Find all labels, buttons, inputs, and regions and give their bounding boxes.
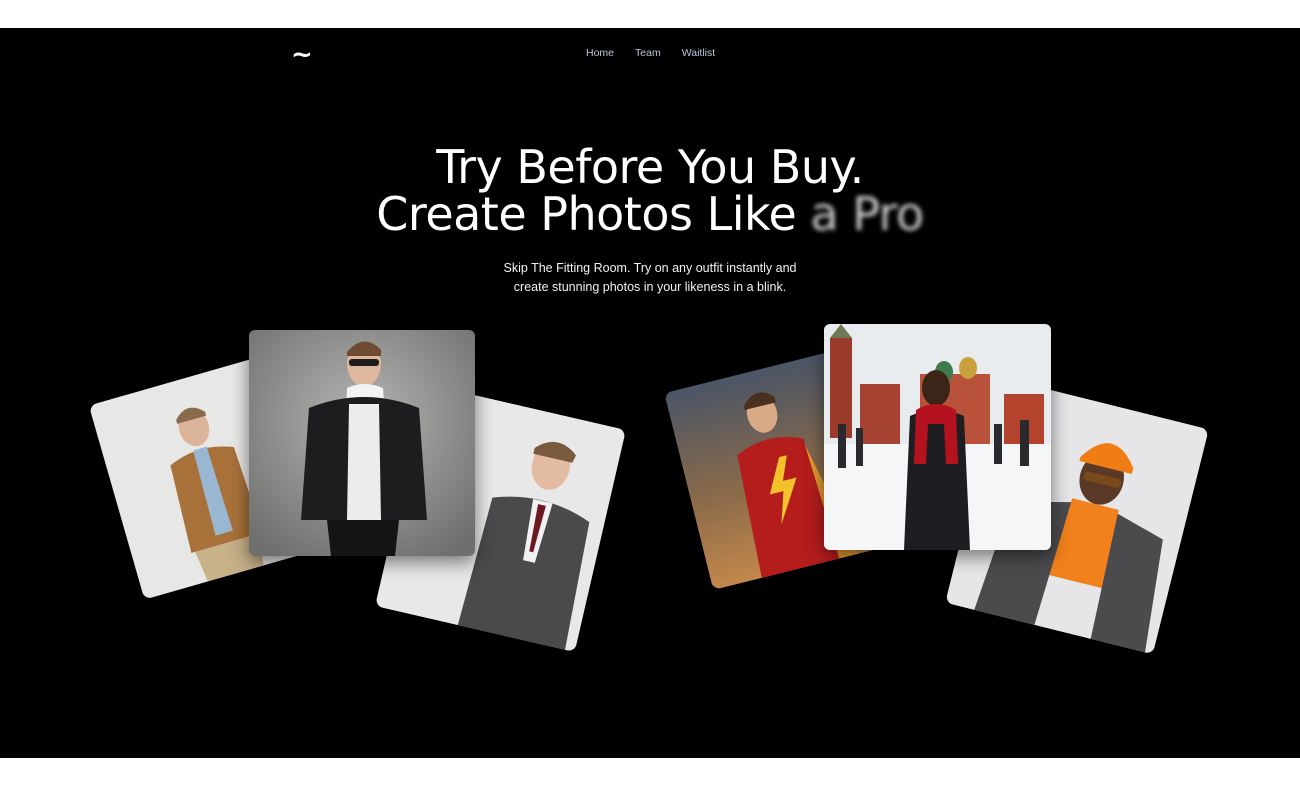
hero-subtitle: Skip The Fitting Room. Try on any outfit… xyxy=(0,259,1300,297)
hero-section: ~ Home Team Waitlist Try Before You Buy.… xyxy=(0,28,1300,758)
headline-line-2: Create Photos Like xyxy=(376,187,797,241)
tilde-logo-icon[interactable]: ~ xyxy=(291,42,313,68)
nav-link-team[interactable]: Team xyxy=(635,47,661,59)
subtitle-line-1: Skip The Fitting Room. Try on any outfit… xyxy=(503,261,797,275)
hero-headline: Try Before You Buy. Create Photos Like a… xyxy=(0,144,1300,238)
woman-red-square-snow-photo xyxy=(824,324,1051,550)
headline-blurred-word: a Pro xyxy=(810,187,924,241)
man-black-bomber-photo xyxy=(249,330,475,556)
nav-link-home[interactable]: Home xyxy=(586,47,614,59)
nav-link-waitlist[interactable]: Waitlist xyxy=(682,47,715,59)
top-nav: Home Team Waitlist xyxy=(586,47,715,59)
headline-line-1: Try Before You Buy. xyxy=(436,140,864,194)
subtitle-line-2: create stunning photos in your likeness … xyxy=(513,280,787,294)
